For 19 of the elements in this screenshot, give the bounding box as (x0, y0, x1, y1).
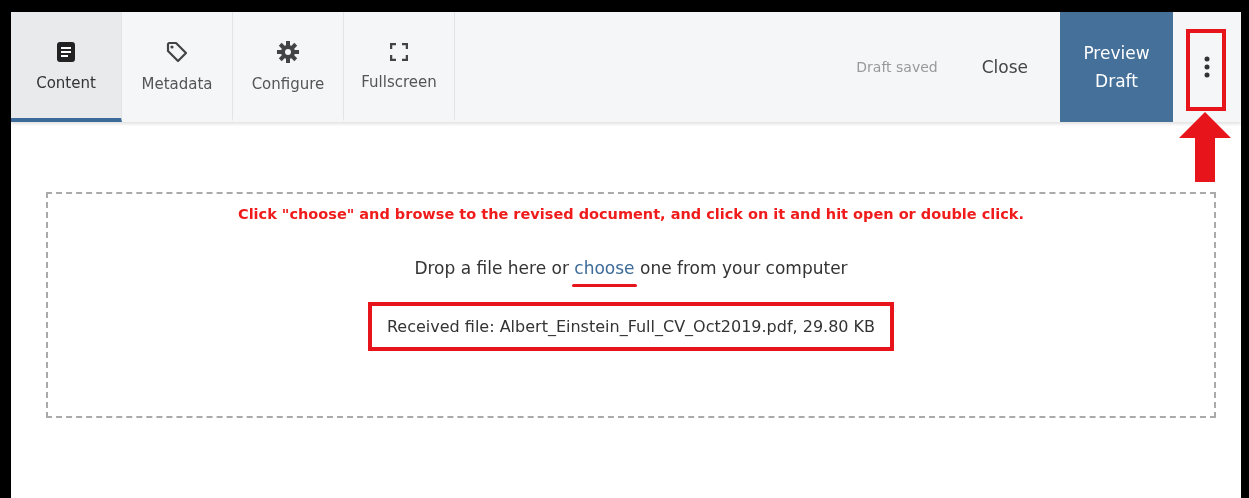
tab[interactable]: Metadata (122, 12, 233, 122)
gear-icon (277, 41, 299, 63)
document-icon (57, 42, 75, 62)
up-arrow-icon (1179, 112, 1231, 182)
tag-icon (166, 41, 188, 63)
save-status: Draft saved (856, 59, 938, 75)
tab[interactable]: Configure (233, 12, 344, 122)
drop-prompt: Drop a file here or choose one from your computer (414, 258, 848, 278)
instruction-note: Click "choose" and browse to the revised document, and click on it and hit open or double click. (238, 206, 1024, 222)
preview-draft-button[interactable]: Preview Draft (1060, 12, 1173, 122)
fullscreen-icon (390, 43, 408, 61)
tab[interactable]: Fullscreen (344, 12, 455, 122)
received-file-text: Received file: Albert_Einstein_Full_CV_Oct2019.pdf, 29.80 KB (386, 317, 876, 336)
kebab-menu-icon (1204, 56, 1210, 78)
close-button[interactable]: Close (981, 57, 1028, 77)
underline-mark (572, 284, 637, 287)
choose-link[interactable]: choose (574, 258, 635, 278)
drop-zone[interactable] (46, 192, 1216, 418)
tab[interactable]: Content (11, 12, 122, 122)
